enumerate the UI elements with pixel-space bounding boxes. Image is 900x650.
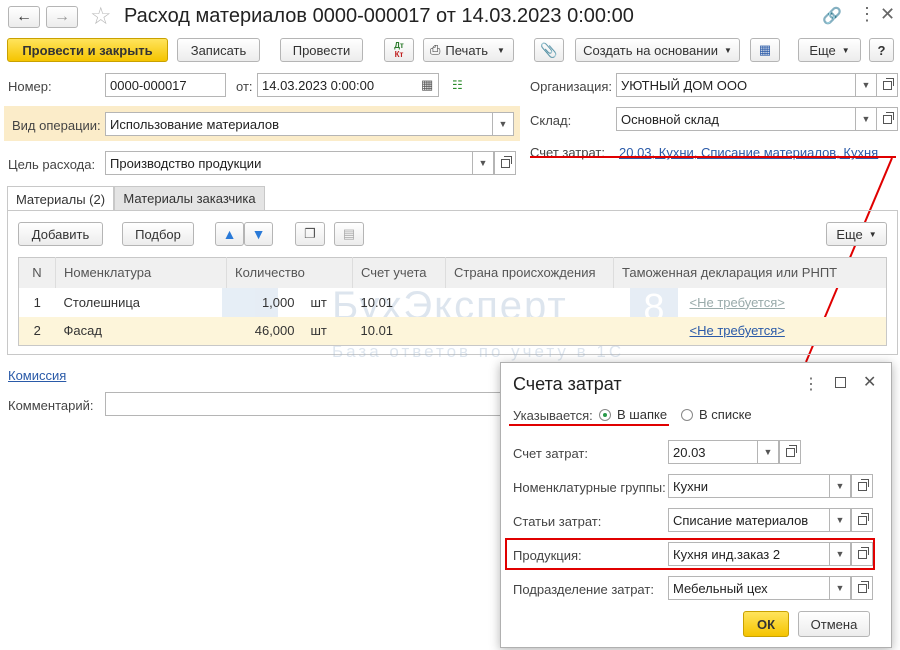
open-icon [857, 580, 869, 593]
cell-qty: 1,000 шт [227, 288, 353, 317]
product-dropdown[interactable]: ▼ [829, 542, 851, 566]
table-row[interactable]: 2 Фасад 46,000 шт 10.01 <Не требуется> [18, 316, 887, 346]
col-qty[interactable]: Количество [226, 257, 353, 288]
add-button[interactable]: Добавить [18, 222, 103, 246]
comment-field[interactable] [105, 392, 505, 416]
table-more-label: Еще [836, 226, 863, 242]
tab-customer-materials-label: Материалы заказчика [123, 191, 256, 206]
cost-accounts-dialog: Счета затрат ⋮ ✕ Указывается: В шапке В … [500, 362, 892, 648]
copy-button[interactable]: ❐ [295, 222, 325, 246]
comment-label: Комментарий: [8, 398, 94, 413]
radio-in-list-label: В списке [699, 407, 752, 422]
cell-account: 10.01 [360, 294, 394, 310]
radio-in-list[interactable]: В списке [681, 407, 752, 422]
table-more-button[interactable]: Еще ▼ [826, 222, 887, 246]
open-icon [857, 512, 869, 525]
dept-open[interactable] [851, 576, 873, 600]
cell-name: Фасад [63, 323, 102, 339]
move-up-button[interactable]: ▲ [215, 222, 244, 246]
arrow-up-icon: ▲ [222, 226, 237, 242]
groups-label: Номенклатурные группы: [513, 480, 666, 495]
col-n[interactable]: N [18, 257, 56, 288]
tab-materials[interactable]: Материалы (2) [7, 186, 114, 211]
cell-customs[interactable]: <Не требуется> [614, 317, 887, 346]
paste-icon: ▤ [342, 226, 356, 241]
cell-name: Столешница [63, 294, 141, 310]
dialog-title: Счета затрат [513, 374, 622, 394]
move-down-button[interactable]: ▼ [244, 222, 273, 246]
radio-selected-icon [599, 408, 611, 421]
dept-dropdown[interactable]: ▼ [829, 576, 851, 600]
open-icon [785, 444, 797, 457]
open-icon [857, 546, 869, 559]
groups-open[interactable] [851, 474, 873, 498]
product-label: Продукция: [513, 548, 582, 563]
radio-in-header-label: В шапке [617, 407, 668, 422]
col-customs[interactable]: Таможенная декларация или РНПТ [614, 258, 887, 288]
cell-customs[interactable]: <Не требуется> [614, 288, 887, 317]
items-dropdown[interactable]: ▼ [829, 508, 851, 532]
radio-in-header[interactable]: В шапке [599, 407, 667, 422]
specified-label: Указывается: [513, 408, 593, 423]
dialog-account-label: Счет затрат: [513, 446, 588, 461]
dialog-close-icon[interactable]: ✕ [863, 372, 876, 392]
col-name[interactable]: Номенклатура [55, 257, 227, 288]
cell-qty-value: 1,000 [261, 294, 295, 310]
items-label: Статьи затрат: [513, 514, 602, 529]
cell-n: 1 [33, 294, 41, 310]
dialog-account-field[interactable]: 20.03 [668, 440, 758, 464]
items-field[interactable]: Списание материалов [668, 508, 830, 532]
commission-link[interactable]: Комиссия [8, 368, 66, 383]
groups-dropdown[interactable]: ▼ [829, 474, 851, 498]
cell-country [446, 317, 614, 346]
pick-button[interactable]: Подбор [122, 222, 194, 246]
product-open[interactable] [851, 542, 873, 566]
dept-label: Подразделение затрат: [513, 582, 654, 597]
arrow-down-icon: ▼ [251, 226, 266, 242]
table-header-row: N Номенклатура Количество Счет учета Стр… [18, 257, 887, 288]
groups-field[interactable]: Кухни [668, 474, 830, 498]
cancel-button[interactable]: Отмена [798, 611, 870, 637]
dialog-maximize-icon[interactable] [835, 377, 846, 388]
cell-country [446, 288, 614, 317]
col-country[interactable]: Страна происхождения [445, 257, 614, 288]
cell-n: 2 [33, 323, 41, 339]
dialog-more-icon[interactable]: ⋮ [803, 374, 819, 394]
col-account[interactable]: Счет учета [352, 257, 446, 288]
items-open[interactable] [851, 508, 873, 532]
product-field[interactable]: Кухня инд.заказ 2 [668, 542, 830, 566]
cell-unit: шт [310, 323, 327, 339]
open-icon [857, 478, 869, 491]
paste-button[interactable]: ▤ [334, 222, 364, 246]
cell-qty: 46,000 шт [227, 317, 353, 346]
materials-table: N Номенклатура Количество Счет учета Стр… [18, 257, 887, 346]
ok-button[interactable]: ОК [743, 611, 789, 637]
table-row[interactable]: 1 Столешница 1,000 шт 10.01 <Не требуется… [19, 288, 887, 317]
tab-materials-label: Материалы (2) [15, 191, 106, 207]
chevron-down-icon: ▼ [868, 229, 877, 239]
copy-icon: ❐ [304, 226, 316, 241]
tab-customer-materials[interactable]: Материалы заказчика [114, 186, 265, 211]
dialog-account-dropdown[interactable]: ▼ [757, 440, 779, 464]
dialog-account-open[interactable] [779, 440, 801, 464]
cell-unit: шт [310, 294, 327, 310]
cell-account: 10.01 [360, 323, 394, 339]
specified-underline [509, 424, 669, 426]
cell-qty-value: 46,000 [254, 323, 295, 339]
dept-field[interactable]: Мебельный цех [668, 576, 830, 600]
radio-empty-icon [681, 408, 693, 421]
